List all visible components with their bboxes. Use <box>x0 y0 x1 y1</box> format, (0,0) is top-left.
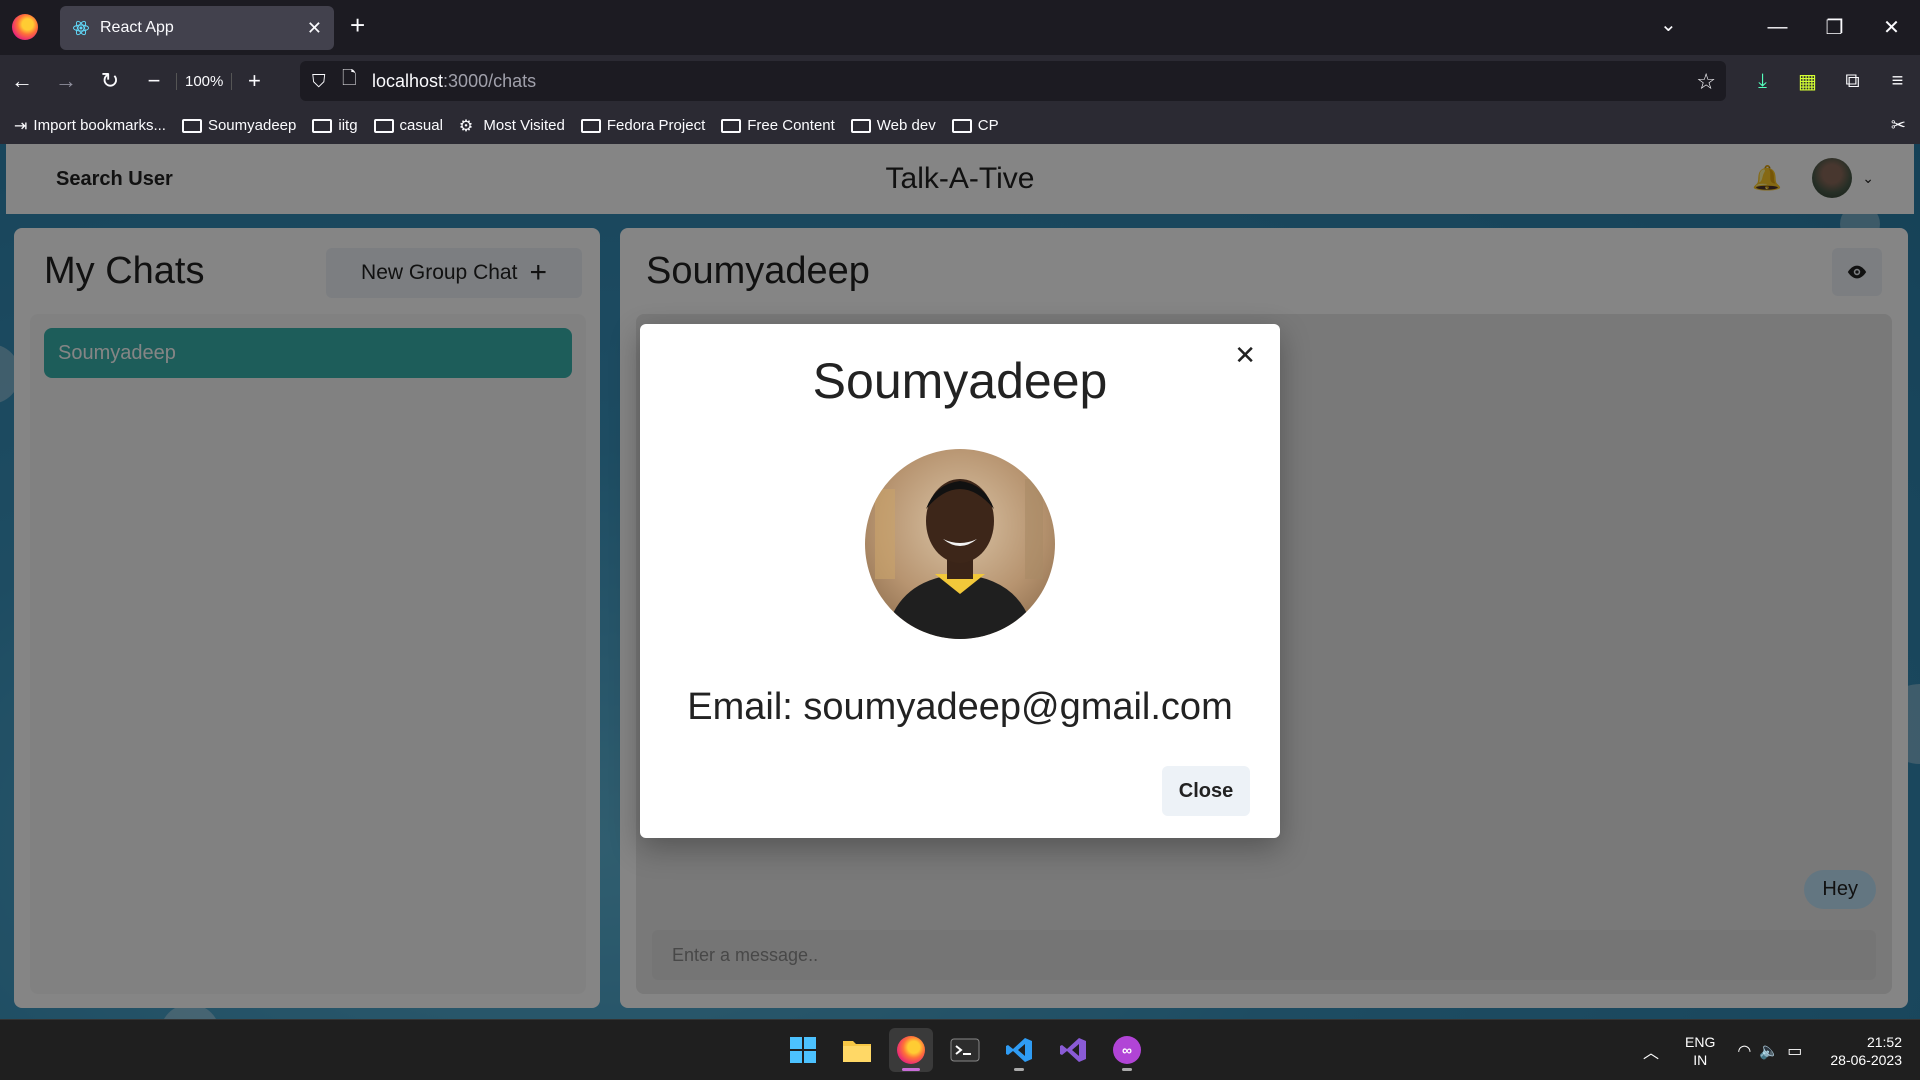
folder-icon <box>312 118 333 133</box>
zoom-level[interactable]: 100% <box>176 72 233 90</box>
bookmark-cp[interactable]: CP <box>951 117 999 134</box>
close-tab-icon[interactable]: ✕ <box>307 18 322 39</box>
bookmark-label: Web dev <box>876 117 936 134</box>
folder-icon <box>721 118 742 133</box>
folder-icon <box>951 118 972 133</box>
language-indicator[interactable]: ENG IN <box>1685 1033 1715 1069</box>
bookmark-label: Free Content <box>747 117 835 134</box>
volume-icon[interactable]: 🔈 <box>1759 1041 1779 1061</box>
bookmark-label: Soumyadeep <box>207 117 297 134</box>
folder-icon <box>373 118 394 133</box>
bookmark-iitg[interactable]: iitg <box>312 117 358 134</box>
browser-tab[interactable]: React App ✕ <box>60 6 334 50</box>
menu-icon[interactable]: ≡ <box>1875 70 1920 93</box>
profile-modal: Soumyadeep ✕ Email: soumyadeep@gmail.com… <box>640 324 1280 838</box>
bookmark-label: Most Visited <box>483 117 565 134</box>
zoom-in-icon[interactable]: + <box>232 68 276 94</box>
close-button[interactable]: Close <box>1162 766 1250 816</box>
app-viewport: Search User Talk-A-Tive 🔔 ⌄ My Chats New… <box>0 144 1920 1019</box>
minimize-icon[interactable]: — <box>1749 16 1806 39</box>
date-label: 28-06-2023 <box>1830 1051 1902 1068</box>
windows-taskbar: ∞ ︿ ENG IN ◠ 🔈 ▭ 21:52 28-06-2023 <box>0 1019 1920 1080</box>
bookmark-soumyadeep[interactable]: Soumyadeep <box>181 117 297 134</box>
url-bar[interactable]: ⛉ 🗋 localhost:3000/chats ☆ <box>300 61 1726 101</box>
file-explorer-icon[interactable] <box>835 1028 879 1072</box>
region-label: IN <box>1693 1051 1708 1068</box>
browser-nav-bar: ← → ↻ − 100% + ⛉ 🗋 localhost:3000/chats … <box>0 55 1920 107</box>
app-icon[interactable]: ∞ <box>1105 1028 1149 1072</box>
bookmark-import[interactable]: ⇥ Import bookmarks... <box>14 116 166 136</box>
bookmarks-bar: ⇥ Import bookmarks... Soumyadeep iitg cas… <box>0 107 1920 144</box>
language-label: ENG <box>1685 1033 1716 1050</box>
bookmark-label: Fedora Project <box>606 117 706 134</box>
close-icon[interactable]: ✕ <box>1234 340 1256 371</box>
wifi-icon[interactable]: ◠ <box>1737 1041 1751 1061</box>
vscode-icon[interactable] <box>997 1028 1041 1072</box>
bookmark-web-dev[interactable]: Web dev <box>850 117 936 134</box>
bookmark-casual[interactable]: casual <box>373 117 443 134</box>
zoom-out-icon[interactable]: − <box>132 68 176 94</box>
profile-picture <box>865 449 1055 639</box>
bookmark-fedora[interactable]: Fedora Project <box>580 117 706 134</box>
terminal-icon[interactable] <box>943 1028 987 1072</box>
close-window-icon[interactable]: ✕ <box>1863 15 1920 40</box>
chevron-up-icon[interactable]: ︿ <box>1643 1039 1659 1063</box>
battery-icon[interactable]: ▭ <box>1787 1041 1802 1061</box>
forward-icon[interactable]: → <box>44 68 88 94</box>
visual-studio-icon[interactable] <box>1051 1028 1095 1072</box>
shield-icon[interactable]: ⛉ <box>312 71 342 92</box>
clock[interactable]: 21:52 28-06-2023 <box>1830 1033 1902 1069</box>
bookmark-label: Import bookmarks... <box>33 117 166 134</box>
page-icon: 🗋 <box>342 68 357 88</box>
browser-tab-bar: React App ✕ + ⌄ — ❐ ✕ <box>0 0 1920 55</box>
import-icon: ⇥ <box>14 117 28 135</box>
windows-start-icon[interactable] <box>781 1028 825 1072</box>
modal-email: Email: soumyadeep@gmail.com <box>687 686 1233 728</box>
back-icon[interactable]: ← <box>0 68 44 94</box>
screenshot-icon[interactable]: ✂ <box>1891 115 1906 136</box>
firefox-icon[interactable] <box>12 14 38 40</box>
bookmark-free-content[interactable]: Free Content <box>721 117 835 134</box>
extension-grid-icon[interactable]: ▦ <box>1785 69 1830 94</box>
bookmark-label: CP <box>977 117 999 134</box>
bookmark-label: casual <box>399 117 443 134</box>
bookmark-most-visited[interactable]: ⚙ Most Visited <box>459 116 565 136</box>
list-all-tabs-icon[interactable]: ⌄ <box>1660 12 1677 37</box>
download-icon[interactable]: ⤓ <box>1740 70 1785 93</box>
new-tab-button[interactable]: + <box>350 10 365 41</box>
gear-icon: ⚙ <box>458 117 474 135</box>
reload-icon[interactable]: ↻ <box>88 68 132 94</box>
react-icon <box>73 20 89 36</box>
url-host: localhost <box>372 70 444 91</box>
restore-icon[interactable]: ❐ <box>1806 15 1863 40</box>
bookmark-label: iitg <box>338 117 358 134</box>
bookmark-star-icon[interactable]: ☆ <box>1696 69 1716 95</box>
folder-icon <box>181 118 202 133</box>
tab-title: React App <box>100 19 174 36</box>
extensions-icon[interactable]: ⧉ <box>1830 70 1875 93</box>
folder-icon <box>580 118 601 133</box>
time-label: 21:52 <box>1866 1033 1902 1050</box>
modal-title: Soumyadeep <box>812 353 1108 409</box>
url-path: :3000/chats <box>443 70 537 91</box>
folder-icon <box>850 118 871 133</box>
firefox-taskbar-icon[interactable] <box>889 1028 933 1072</box>
